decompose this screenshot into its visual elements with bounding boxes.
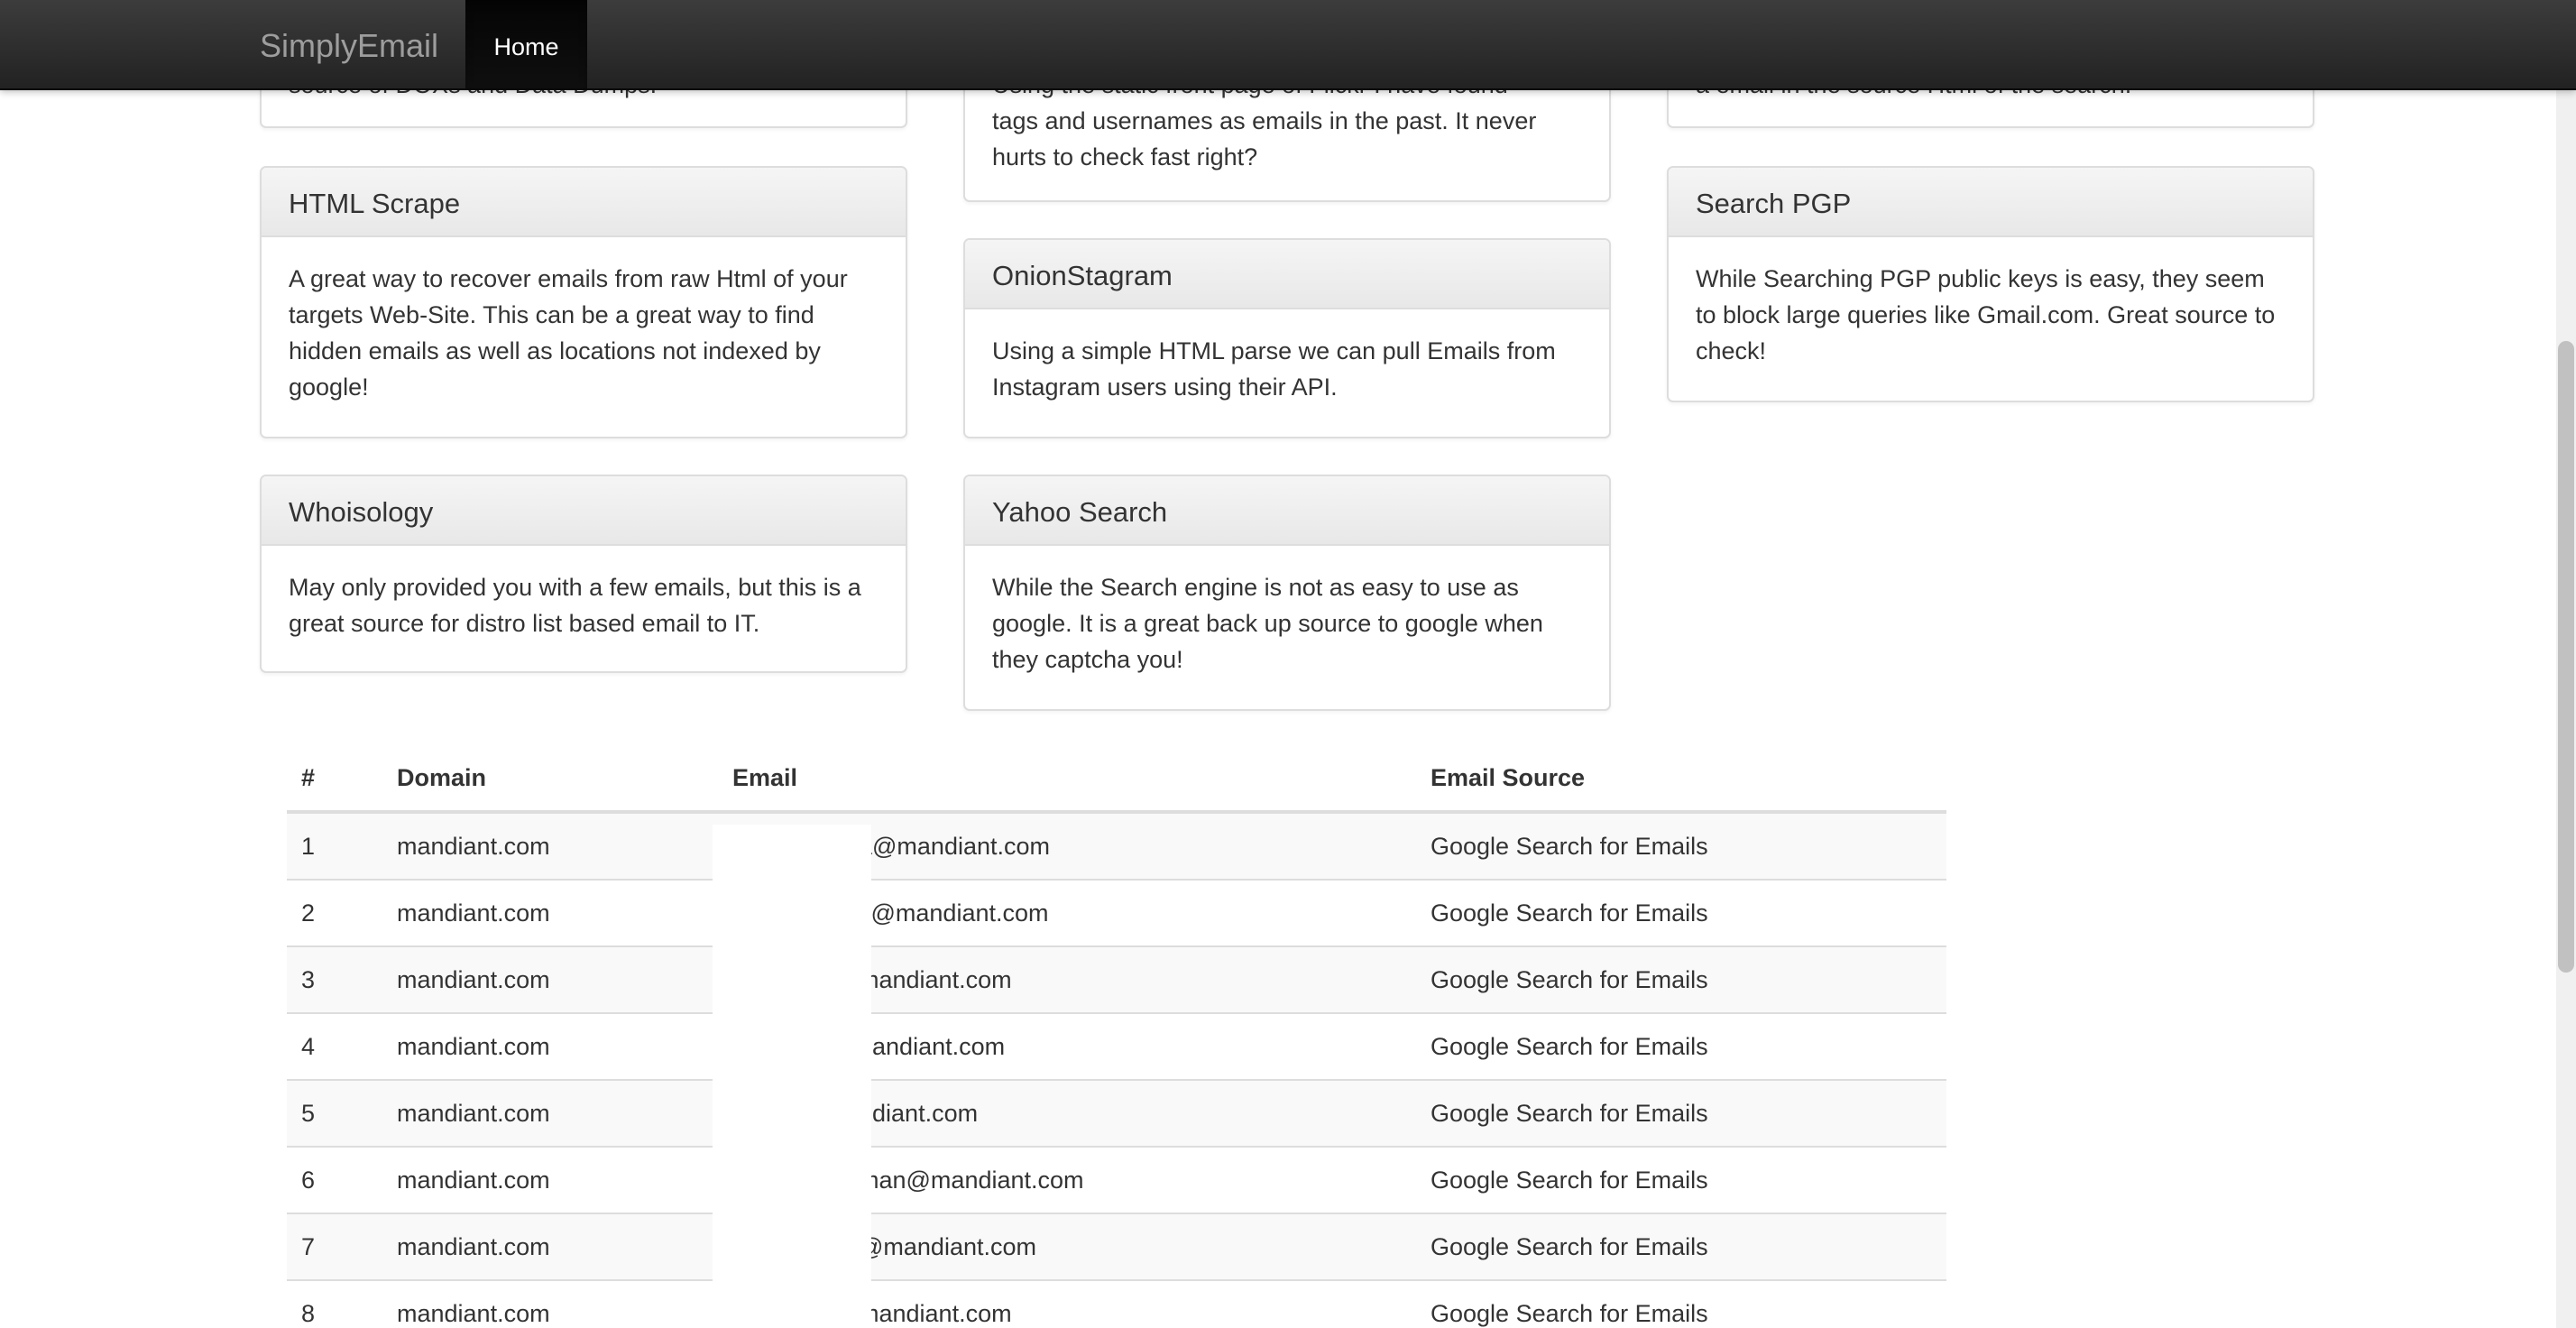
panel-partial-mid-line-2: tags and usernames as emails in the past…: [992, 107, 1537, 134]
cell-num: 3: [287, 945, 382, 1013]
cell-domain: mandiant.com: [382, 1213, 718, 1280]
panel-search-pgp-body: While Searching PGP public keys is easy,…: [1696, 265, 2276, 364]
nav-home-link[interactable]: Home: [465, 0, 587, 88]
cell-num: 8: [287, 1279, 382, 1328]
cell-source: Google Search for Emails: [1416, 1079, 1946, 1147]
cell-domain: mandiant.com: [382, 811, 718, 880]
cell-domain: mandiant.com: [382, 1079, 718, 1147]
cell-source: Google Search for Emails: [1416, 879, 1946, 946]
cell-domain: mandiant.com: [382, 1012, 718, 1080]
cell-num: 7: [287, 1213, 382, 1280]
col-header-email: Email: [718, 745, 1416, 814]
top-navbar: SimplyEmail Home: [0, 0, 2576, 90]
panel-onionstagram-body: Using a simple HTML parse we can pull Em…: [992, 337, 1556, 401]
cell-num: 2: [287, 879, 382, 946]
cell-num: 6: [287, 1146, 382, 1213]
table-row: 6 mandiant.com man@mandiant.com Google S…: [287, 1146, 1946, 1213]
results-table: # Domain Email Email Source 1 mandiant.c…: [287, 745, 1946, 1328]
panel-yahoo-search: Yahoo Search While the Search engine is …: [963, 475, 1611, 711]
col-header-domain: Domain: [382, 745, 718, 814]
table-header-row: # Domain Email Email Source: [287, 745, 1946, 814]
panel-html-scrape-title: HTML Scrape: [262, 168, 906, 237]
cell-source: Google Search for Emails: [1416, 811, 1946, 880]
table-row: 4 mandiant.com nandiant.com Google Searc…: [287, 1012, 1946, 1080]
panel-onionstagram: OnionStagram Using a simple HTML parse w…: [963, 238, 1611, 438]
col-header-source: Email Source: [1416, 745, 1946, 814]
table-row: 3 mandiant.com mandiant.com Google Searc…: [287, 945, 1946, 1013]
redaction-overlay: [713, 825, 871, 1328]
col-header-num: #: [287, 745, 382, 814]
table-row: 8 mandiant.com mandiant.com Google Searc…: [287, 1279, 1946, 1328]
panel-whoisology-title: Whoisology: [262, 476, 906, 546]
panel-search-pgp-title: Search PGP: [1669, 168, 2313, 237]
cell-domain: mandiant.com: [382, 879, 718, 946]
panel-html-scrape: HTML Scrape A great way to recover email…: [260, 166, 907, 438]
cell-source: Google Search for Emails: [1416, 945, 1946, 1013]
cell-domain: mandiant.com: [382, 1146, 718, 1213]
cell-domain: mandiant.com: [382, 1279, 718, 1328]
page: SimplyEmail Home source of DOXs and Data…: [0, 0, 2576, 1328]
panel-html-scrape-body: A great way to recover emails from raw H…: [289, 265, 848, 401]
table-row: 2 mandiant.com s@mandiant.com Google Sea…: [287, 879, 1946, 946]
panel-partial-mid-line-3: hurts to check fast right?: [992, 143, 1258, 171]
cell-source: Google Search for Emails: [1416, 1146, 1946, 1213]
cell-domain: mandiant.com: [382, 945, 718, 1013]
scrollbar-thumb[interactable]: [2558, 341, 2574, 973]
panel-search-pgp: Search PGP While Searching PGP public ke…: [1667, 166, 2314, 402]
panel-yahoo-search-body: While the Search engine is not as easy t…: [992, 574, 1543, 673]
table-row: 1 mandiant.com a@mandiant.com Google Sea…: [287, 811, 1946, 880]
table-row: 7 mandiant.com @mandiant.com Google Sear…: [287, 1213, 1946, 1280]
cell-num: 5: [287, 1079, 382, 1147]
panel-whoisology: Whoisology May only provided you with a …: [260, 475, 907, 673]
cell-num: 1: [287, 811, 382, 880]
cell-num: 4: [287, 1012, 382, 1080]
cell-source: Google Search for Emails: [1416, 1213, 1946, 1280]
cell-source: Google Search for Emails: [1416, 1279, 1946, 1328]
brand-link[interactable]: SimplyEmail: [260, 0, 438, 88]
table-row: 5 mandiant.com ndiant.com Google Search …: [287, 1079, 1946, 1147]
cell-source: Google Search for Emails: [1416, 1012, 1946, 1080]
page-scrollbar[interactable]: [2556, 88, 2576, 1328]
panel-whoisology-body: May only provided you with a few emails,…: [289, 574, 861, 637]
panel-onionstagram-title: OnionStagram: [965, 240, 1609, 309]
panel-yahoo-search-title: Yahoo Search: [965, 476, 1609, 546]
